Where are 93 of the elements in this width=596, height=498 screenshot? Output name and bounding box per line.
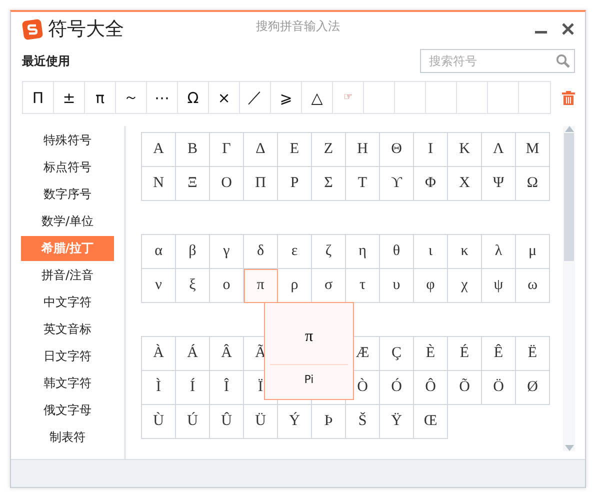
search-icon[interactable] — [556, 54, 570, 68]
symbol-cell[interactable]: κ — [448, 235, 482, 269]
symbol-cell[interactable]: χ — [448, 269, 482, 303]
search-field[interactable]: 搜索符号 — [420, 49, 575, 73]
symbol-cell[interactable]: Â — [210, 337, 244, 371]
symbol-cell[interactable]: Œ — [414, 405, 448, 439]
symbol-cell[interactable]: Ω — [516, 167, 550, 201]
symbol-cell[interactable]: Ø — [516, 371, 550, 405]
symbol-cell[interactable]: φ — [414, 269, 448, 303]
symbol-cell[interactable]: γ — [210, 235, 244, 269]
category-item[interactable]: 数字序号 — [21, 182, 114, 207]
symbol-cell[interactable]: Þ — [312, 405, 346, 439]
symbol-cell[interactable]: Μ — [516, 133, 550, 167]
symbol-cell[interactable]: υ — [380, 269, 414, 303]
symbol-cell[interactable]: Ζ — [312, 133, 346, 167]
symbol-cell[interactable]: ν — [142, 269, 176, 303]
symbol-cell[interactable]: ζ — [312, 235, 346, 269]
minimize-icon — [535, 31, 547, 34]
category-item[interactable]: 制表符 — [21, 425, 114, 450]
symbol-cell[interactable]: Θ — [380, 133, 414, 167]
symbol-cell[interactable]: Î — [210, 371, 244, 405]
symbol-cell[interactable]: Π — [244, 167, 278, 201]
category-item[interactable]: 拼音/注音 — [21, 263, 114, 288]
symbol-cell[interactable]: θ — [380, 235, 414, 269]
symbol-cell[interactable]: ι — [414, 235, 448, 269]
symbol-cell[interactable]: π — [244, 269, 278, 303]
category-item[interactable]: 韩文字符 — [21, 371, 114, 396]
symbol-cell[interactable]: Ÿ — [380, 405, 414, 439]
symbol-cell[interactable]: Ó — [380, 371, 414, 405]
app-name: 搜狗拼音输入法 — [256, 18, 340, 35]
symbol-cell[interactable]: Ë — [516, 337, 550, 371]
scroll-down-icon[interactable] — [564, 445, 574, 451]
symbol-cell[interactable]: Õ — [448, 371, 482, 405]
symbol-cell[interactable]: Ù — [142, 405, 176, 439]
symbol-cell[interactable]: Α — [142, 133, 176, 167]
symbol-cell[interactable]: Í — [176, 371, 210, 405]
symbol-cell[interactable]: Ν — [142, 167, 176, 201]
logo-icon — [22, 18, 43, 40]
symbol-cell[interactable]: Ü — [244, 405, 278, 439]
category-item[interactable]: 日文字符 — [21, 344, 114, 369]
symbol-cell[interactable]: η — [346, 235, 380, 269]
close-icon — [561, 22, 575, 36]
symbol-cell[interactable]: ω — [516, 269, 550, 303]
symbol-cell[interactable]: β — [176, 235, 210, 269]
symbol-cell[interactable]: Ô — [414, 371, 448, 405]
symbol-cell[interactable]: Ξ — [176, 167, 210, 201]
window-title: 符号大全 — [48, 17, 124, 42]
symbol-cell[interactable]: Û — [210, 405, 244, 439]
symbol-cell[interactable]: Λ — [482, 133, 516, 167]
symbol-cell[interactable]: Φ — [414, 167, 448, 201]
symbol-cell[interactable]: ξ — [176, 269, 210, 303]
symbol-cell[interactable]: Ι — [414, 133, 448, 167]
symbol-cell[interactable]: Ì — [142, 371, 176, 405]
symbol-cell[interactable]: Χ — [448, 167, 482, 201]
symbol-cell[interactable]: Β — [176, 133, 210, 167]
symbol-cell[interactable]: ψ — [482, 269, 516, 303]
symbol-cell[interactable]: α — [142, 235, 176, 269]
symbol-cell[interactable]: Ç — [380, 337, 414, 371]
section-label: 最近使用 — [22, 52, 70, 70]
symbol-cell[interactable]: Ö — [482, 371, 516, 405]
symbol-cell[interactable]: Ú — [176, 405, 210, 439]
category-item[interactable]: 数学/单位 — [21, 209, 114, 234]
symbol-cell[interactable]: Ε — [278, 133, 312, 167]
symbol-cell[interactable]: Τ — [346, 167, 380, 201]
symbol-cell[interactable]: ε — [278, 235, 312, 269]
trash-icon[interactable] — [562, 90, 575, 104]
category-item[interactable]: 中文字符 — [21, 290, 114, 315]
symbol-cell[interactable]: Η — [346, 133, 380, 167]
symbol-cell[interactable]: Š — [346, 405, 380, 439]
category-item[interactable]: 英文音标 — [21, 317, 114, 342]
symbol-cell[interactable]: Δ — [244, 133, 278, 167]
category-item[interactable]: 俄文字母 — [21, 398, 114, 423]
symbol-cell[interactable]: Á — [176, 337, 210, 371]
symbol-cell[interactable]: À — [142, 337, 176, 371]
symbol-cell[interactable]: Σ — [312, 167, 346, 201]
symbol-cell[interactable]: Ý — [278, 405, 312, 439]
scrollbar[interactable] — [563, 126, 575, 451]
symbol-cell[interactable]: Ρ — [278, 167, 312, 201]
symbol-cell[interactable]: Ê — [482, 337, 516, 371]
tooltip-name: Pi — [304, 373, 314, 386]
symbol-cell[interactable]: É — [448, 337, 482, 371]
tooltip-symbol: π — [304, 328, 314, 347]
close-button[interactable] — [561, 22, 575, 36]
symbol-cell[interactable]: È — [414, 337, 448, 371]
symbol-cell[interactable]: Γ — [210, 133, 244, 167]
symbol-cell[interactable]: λ — [482, 235, 516, 269]
symbol-cell[interactable]: ϒ — [380, 167, 414, 201]
symbol-cell[interactable]: Ψ — [482, 167, 516, 201]
symbol-cell[interactable]: Κ — [448, 133, 482, 167]
symbol-cell[interactable]: Ο — [210, 167, 244, 201]
category-item[interactable]: 特殊符号 — [21, 128, 114, 153]
category-item[interactable]: 标点符号 — [21, 155, 114, 180]
symbol-cell[interactable]: μ — [516, 235, 550, 269]
